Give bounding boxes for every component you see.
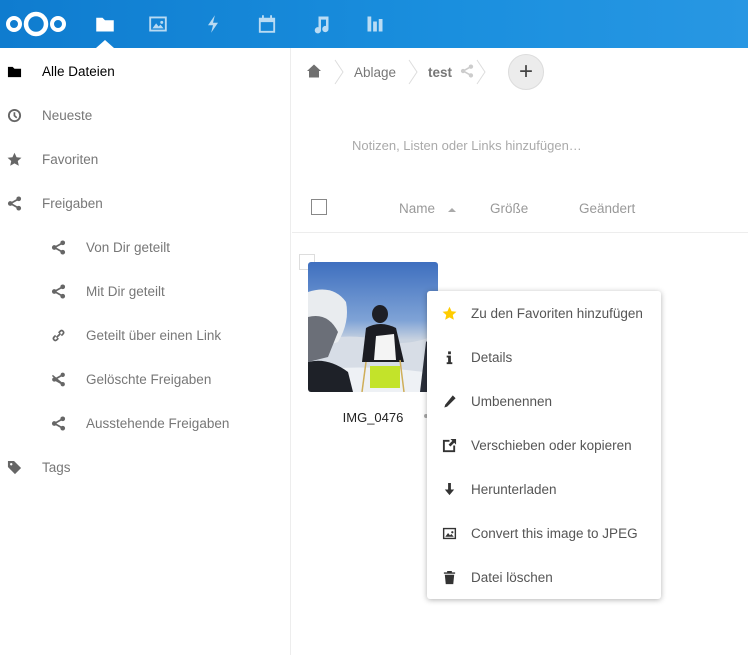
file-list-header: Name Größe Geändert <box>292 188 748 233</box>
share-icon <box>51 239 65 255</box>
sidebar-item-label: Neueste <box>42 107 93 123</box>
breadcrumb-separator <box>334 59 344 85</box>
sidebar-item-shared-with-you[interactable]: Mit Dir geteilt <box>50 269 165 313</box>
sidebar-item-label: Mit Dir geteilt <box>86 283 165 299</box>
image-icon <box>149 16 167 32</box>
lightning-icon <box>208 15 218 33</box>
share-icon <box>7 195 21 211</box>
menu-item-label: Verschieben oder kopieren <box>471 437 632 453</box>
breadcrumb: Ablage test <box>306 58 496 86</box>
download-icon <box>444 482 454 495</box>
folder-icon <box>7 66 21 77</box>
sidebar-item-label: Geteilt über einen Link <box>86 327 222 343</box>
sidebar: Alle Dateien Neueste Favoriten Freigaben… <box>0 48 291 655</box>
sidebar-item-label: Ausstehende Freigaben <box>86 415 230 431</box>
star-icon <box>442 306 456 320</box>
sidebar-item-shared-by-link[interactable]: Geteilt über einen Link <box>50 313 221 357</box>
menu-item-label: Umbenennen <box>471 393 553 409</box>
sidebar-item-label: Tags <box>42 459 71 475</box>
column-name[interactable]: Name <box>399 201 435 216</box>
star-icon <box>7 152 21 166</box>
photo-preview <box>308 262 438 392</box>
sidebar-item-tags[interactable]: Tags <box>6 445 71 489</box>
breadcrumb-separator <box>476 59 486 85</box>
app-files[interactable] <box>92 11 118 37</box>
file-name[interactable]: IMG_0476 <box>308 410 438 425</box>
breadcrumb-home[interactable] <box>306 63 322 82</box>
menu-item-label: Herunterladen <box>471 481 557 497</box>
menu-item-details[interactable]: Details <box>427 335 661 379</box>
menu-item-label: Convert this image to JPEG <box>471 525 638 541</box>
app-calendar[interactable] <box>254 11 280 37</box>
menu-item-label: Datei löschen <box>471 569 553 585</box>
sidebar-item-label: Alle Dateien <box>42 63 115 79</box>
sidebar-item-recent[interactable]: Neueste <box>6 93 92 137</box>
breadcrumb-item-ablage[interactable]: Ablage <box>354 65 396 80</box>
app-photos[interactable] <box>145 11 171 37</box>
external-move-icon <box>442 438 456 452</box>
image-icon <box>442 527 456 539</box>
sidebar-item-deleted-shares[interactable]: Gelöschte Freigaben <box>50 357 211 401</box>
select-all-checkbox[interactable] <box>311 199 327 215</box>
calendar-icon <box>258 15 276 33</box>
menu-item-rename[interactable]: Umbenennen <box>427 379 661 423</box>
trash-icon <box>443 570 455 584</box>
share-icon <box>460 63 474 78</box>
file-context-menu: Zu den Favoriten hinzufügen Details Umbe… <box>427 291 661 599</box>
menu-item-delete[interactable]: Datei löschen <box>427 555 661 599</box>
column-modified[interactable]: Geändert <box>579 201 635 216</box>
folder-icon <box>96 17 114 32</box>
sidebar-item-label: Von Dir geteilt <box>86 239 171 255</box>
sidebar-item-favorites[interactable]: Favoriten <box>6 137 98 181</box>
sidebar-item-label: Favoriten <box>42 151 99 167</box>
bar-chart-icon <box>367 16 383 32</box>
app-music[interactable] <box>308 11 334 37</box>
pencil-icon <box>443 394 456 407</box>
sidebar-item-shared-by-you[interactable]: Von Dir geteilt <box>50 225 170 269</box>
music-note-icon <box>314 16 329 34</box>
app-activity[interactable] <box>200 11 226 37</box>
app-analytics[interactable] <box>362 11 388 37</box>
sidebar-item-shares[interactable]: Freigaben <box>6 181 103 225</box>
menu-item-label: Details <box>471 349 513 365</box>
link-icon <box>52 329 64 341</box>
menu-item-label: Zu den Favoriten hinzufügen <box>471 305 643 321</box>
breadcrumb-item-current[interactable]: test <box>428 65 452 80</box>
sidebar-item-label: Gelöschte Freigaben <box>86 371 212 387</box>
breadcrumb-share-button[interactable] <box>452 63 474 81</box>
info-icon <box>446 350 452 364</box>
clock-icon <box>7 108 21 122</box>
top-header <box>0 0 748 48</box>
deleted-share-icon <box>51 372 65 386</box>
sidebar-item-label: Freigaben <box>42 195 103 211</box>
sidebar-item-all-files[interactable]: Alle Dateien <box>6 49 115 93</box>
share-icon <box>51 283 65 299</box>
menu-item-move-copy[interactable]: Verschieben oder kopieren <box>427 423 661 467</box>
menu-item-convert-jpeg[interactable]: Convert this image to JPEG <box>427 511 661 555</box>
breadcrumb-separator <box>408 59 418 85</box>
menu-item-download[interactable]: Herunterladen <box>427 467 661 511</box>
column-size[interactable]: Größe <box>490 201 528 216</box>
sort-ascending-icon <box>448 208 456 212</box>
active-app-indicator <box>96 40 114 48</box>
new-file-button[interactable]: + <box>508 54 544 90</box>
tag-icon <box>7 460 21 474</box>
file-thumbnail[interactable] <box>308 262 438 392</box>
folder-notes-input[interactable]: Notizen, Listen oder Links hinzufügen… <box>352 138 582 153</box>
menu-item-add-favorite[interactable]: Zu den Favoriten hinzufügen <box>427 291 661 335</box>
sidebar-item-pending-shares[interactable]: Ausstehende Freigaben <box>50 401 229 445</box>
home-icon <box>307 64 321 77</box>
nextcloud-logo[interactable] <box>4 10 68 38</box>
share-icon <box>51 415 65 431</box>
